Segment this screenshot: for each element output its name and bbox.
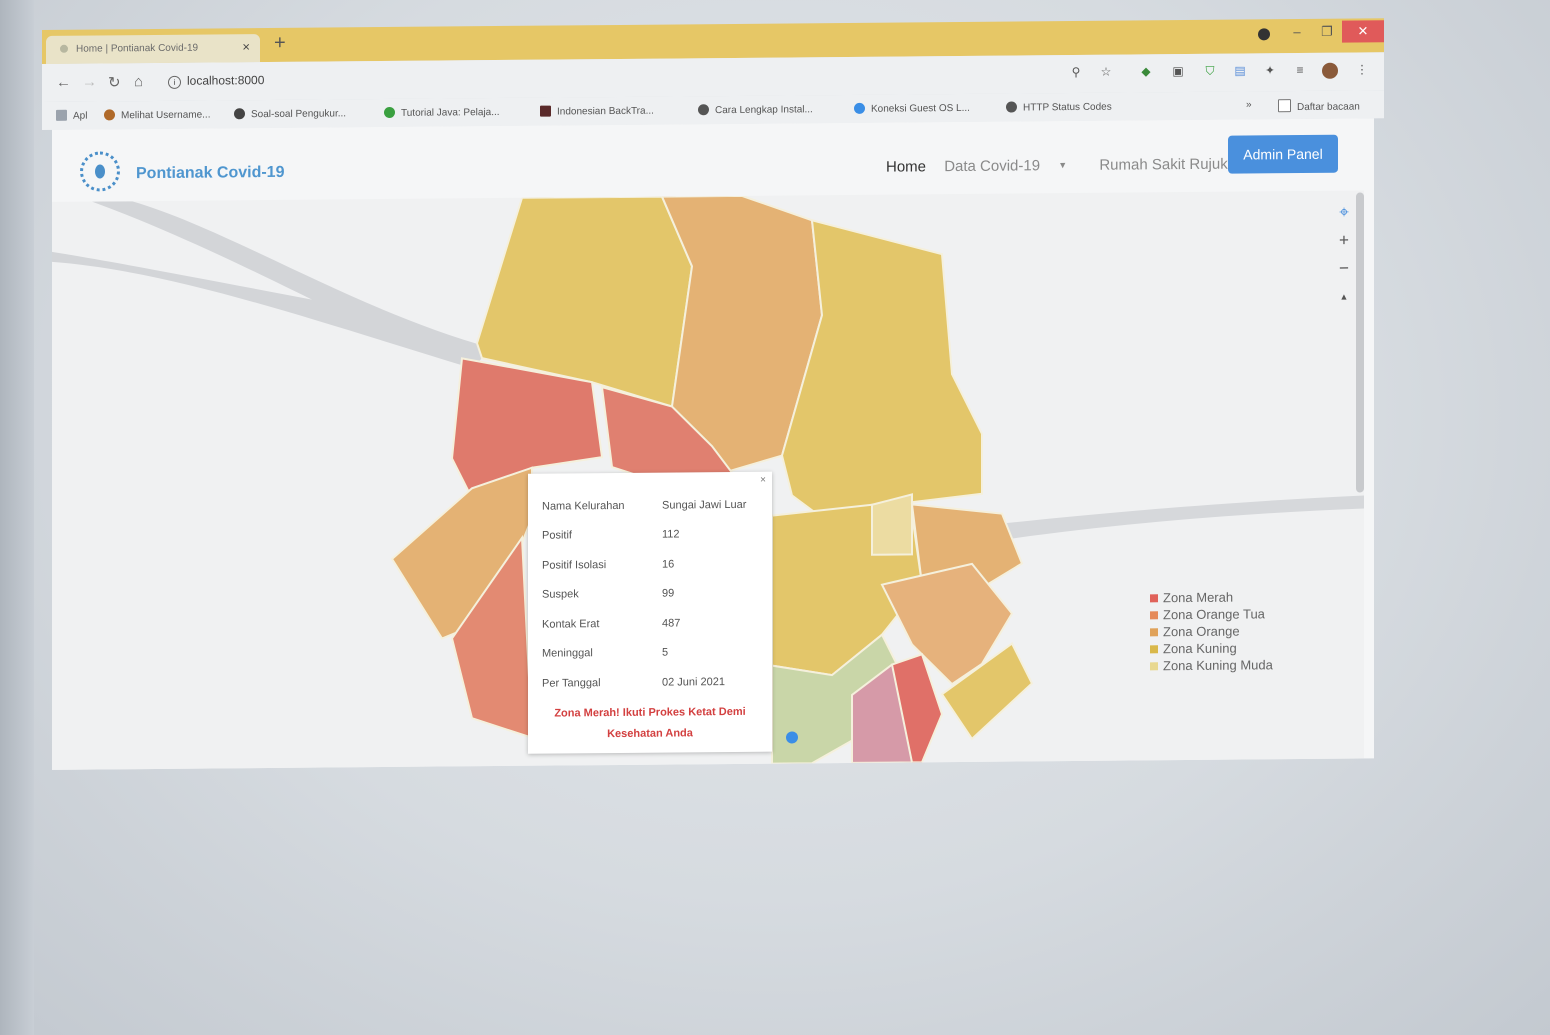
bookmark-item[interactable]: Koneksi Guest OS L...: [854, 102, 970, 115]
site-logo[interactable]: [80, 151, 120, 192]
screen-edge: [0, 0, 34, 1035]
legend-swatch: [1150, 645, 1158, 654]
extension-icon[interactable]: ◆: [1138, 64, 1154, 80]
bookmark-favicon-icon: [234, 108, 245, 120]
covid-map[interactable]: ⌖ + − ▲ Zona Merah Zona Orange Tua Zona …: [52, 190, 1364, 770]
site-navbar: Pontianak Covid-19 Home Data Covid-19 ▼ …: [52, 118, 1374, 202]
river-landak: [1002, 495, 1364, 539]
address-bar[interactable]: i localhost:8000: [168, 73, 264, 89]
popup-table: Nama Kelurahan Sungai Jawi Luar Positif 11…: [542, 490, 746, 698]
legend-item: Zona Kuning: [1150, 640, 1320, 658]
restore-button[interactable]: ❐: [1312, 21, 1342, 43]
district-kuning-muda-1: [871, 493, 913, 556]
bookmark-item[interactable]: Cara Lengkap Instal...: [698, 103, 813, 116]
legend-item: Zona Merah: [1150, 589, 1320, 607]
shield-icon[interactable]: ⛉: [1202, 64, 1218, 80]
legend-item: Zona Orange: [1150, 623, 1320, 641]
district-popup: × Nama Kelurahan Sungai Jawi Luar Positif…: [528, 471, 772, 754]
popup-row: Positif Isolasi 16: [542, 558, 675, 572]
record-icon[interactable]: [1258, 28, 1270, 41]
bookmarks-overflow[interactable]: »: [1246, 99, 1252, 110]
river-kapuas: [52, 201, 492, 369]
legend-item: Zona Kuning Muda: [1150, 657, 1320, 675]
minimize-button[interactable]: –: [1282, 21, 1312, 43]
web-page: Pontianak Covid-19 Home Data Covid-19 ▼ …: [52, 118, 1374, 770]
legend-item: Zona Orange Tua: [1150, 606, 1320, 624]
zone-warning: Zona Merah! Ikuti Prokes Ketat Demi Kese…: [554, 705, 746, 741]
admin-panel-button[interactable]: Admin Panel: [1228, 134, 1338, 174]
puzzle-icon[interactable]: ✦: [1262, 63, 1278, 79]
browser-window: Home | Pontianak Covid-19 × + – ❐ ✕ ← → ↻ …: [42, 18, 1384, 770]
popup-row: Suspek 99: [542, 587, 675, 601]
globe-icon: [1006, 101, 1017, 113]
tab-title: Home | Pontianak Covid-19: [76, 42, 199, 55]
locate-icon[interactable]: ⌖: [1330, 199, 1358, 227]
compass-icon[interactable]: ▲: [1330, 283, 1358, 311]
info-icon: i: [168, 75, 181, 89]
bookmark-favicon-icon: [698, 104, 709, 116]
reading-list-icon: [1278, 99, 1291, 113]
tab-favicon-icon: [60, 44, 68, 53]
bookmark-item[interactable]: Tutorial Java: Pelaja...: [384, 106, 500, 119]
close-window-button[interactable]: ✕: [1342, 20, 1384, 43]
map-legend: Zona Merah Zona Orange Tua Zona Orange Z…: [1150, 589, 1320, 675]
bookmark-favicon-icon: [104, 109, 115, 121]
menu-icon[interactable]: ⋮: [1354, 62, 1370, 78]
zoom-out-button[interactable]: −: [1330, 255, 1358, 283]
legend-swatch: [1150, 594, 1158, 603]
bookmark-item[interactable]: Melihat Username...: [104, 109, 210, 122]
bookmark-favicon-icon: [540, 105, 551, 117]
bookmark-item[interactable]: Soal-soal Pengukur...: [234, 107, 346, 120]
forward-icon[interactable]: →: [82, 74, 97, 91]
legend-swatch: [1150, 628, 1158, 637]
apps-icon: [56, 109, 67, 121]
popup-row: Positif 112: [542, 528, 680, 542]
back-icon[interactable]: ←: [56, 74, 71, 91]
extension-icon[interactable]: ▣: [1170, 64, 1186, 80]
bookmark-favicon-icon: [384, 106, 395, 119]
reading-list[interactable]: Daftar bacaan: [1278, 98, 1360, 113]
browser-tab[interactable]: Home | Pontianak Covid-19 ×: [46, 34, 260, 64]
popup-row: Per Tanggal 02 Juni 2021: [542, 675, 725, 690]
nav-home[interactable]: Home: [886, 158, 926, 175]
tab-close-icon[interactable]: ×: [242, 39, 250, 54]
legend-swatch: [1150, 662, 1158, 671]
bookmark-favicon-icon: [854, 102, 865, 114]
map-controls: ⌖ + − ▲: [1330, 199, 1358, 319]
chevron-down-icon: ▼: [1058, 160, 1068, 171]
popup-close-button[interactable]: ×: [760, 475, 766, 486]
translate-icon[interactable]: ▤: [1232, 63, 1248, 79]
bookmark-item[interactable]: HTTP Status Codes: [1006, 101, 1112, 114]
media-icon[interactable]: ≡: [1292, 63, 1308, 79]
home-icon[interactable]: ⌂: [134, 73, 143, 90]
address-text: localhost:8000: [187, 73, 265, 88]
zoom-in-button[interactable]: +: [1330, 227, 1358, 255]
popup-row: Nama Kelurahan Sungai Jawi Luar: [542, 498, 747, 513]
popup-row: Meninggal 5: [542, 646, 669, 660]
avatar[interactable]: [1322, 62, 1338, 79]
nav-links: Home Data Covid-19 ▼ Rumah Sakit Rujukan: [886, 155, 1258, 176]
nav-data-covid[interactable]: Data Covid-19 ▼: [944, 157, 1081, 175]
bookmark-item[interactable]: Apl: [56, 109, 87, 122]
location-icon[interactable]: ⚲: [1068, 65, 1084, 81]
popup-row: Kontak Erat 487: [542, 617, 681, 631]
site-brand[interactable]: Pontianak Covid-19: [136, 164, 284, 183]
bookmark-item[interactable]: Indonesian BackTra...: [540, 105, 654, 118]
reload-icon[interactable]: ↻: [108, 73, 121, 91]
new-tab-button[interactable]: +: [274, 32, 286, 55]
bookmark-star-icon[interactable]: ☆: [1098, 65, 1114, 81]
map-marker[interactable]: [786, 731, 798, 744]
window-controls: – ❐ ✕: [1282, 20, 1384, 45]
nav-rumah-sakit[interactable]: Rumah Sakit Rujukan: [1099, 156, 1244, 174]
legend-swatch: [1150, 611, 1158, 620]
